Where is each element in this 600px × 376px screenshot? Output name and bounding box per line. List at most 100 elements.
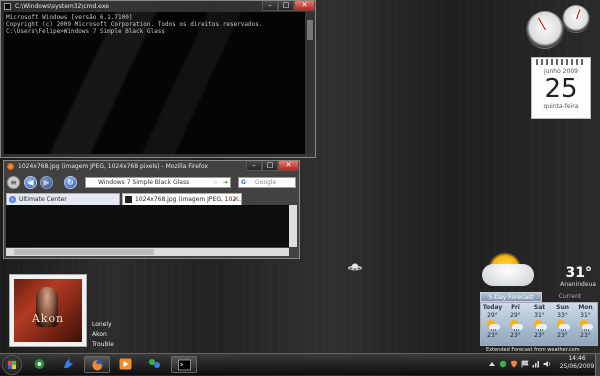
cmd-window[interactable]: C:\Windows\system32\cmd.exe – □ ✕ Micros… [0, 0, 316, 158]
day-name: Mon [578, 304, 593, 311]
track-title: Lonely [92, 321, 112, 328]
firefox-window[interactable]: 1024x768.jpg (imagem JPEG, 1024x768 pixe… [3, 160, 300, 259]
start-button[interactable] [2, 355, 22, 375]
cmd-scrollbar[interactable] [306, 12, 314, 154]
memory-dial [562, 5, 590, 33]
cover-art: Akon [14, 279, 82, 342]
taskbar-firefox[interactable] [84, 356, 110, 373]
taskbar-messenger[interactable] [56, 356, 82, 373]
tab-label: Ultimate Center [19, 196, 67, 203]
show-hidden-icons-icon[interactable] [488, 360, 496, 368]
track-artist: Akon [92, 331, 107, 338]
low-temp: 23° [534, 332, 545, 339]
flag-icon[interactable] [521, 360, 529, 368]
tab-favicon [9, 196, 16, 203]
close-button[interactable]: ✕ [294, 1, 315, 11]
rain-cloud-icon [556, 320, 570, 331]
image-icon [125, 196, 132, 203]
forecast-day: Today 29° 23° [481, 303, 504, 339]
rain-cloud-icon [486, 320, 500, 331]
reload-button[interactable]: ↻ [64, 176, 77, 189]
windows-logo-icon [8, 361, 16, 369]
media-center-icon [34, 359, 45, 369]
forward-button[interactable]: ▶ [40, 176, 53, 189]
volume-icon[interactable] [543, 360, 551, 368]
menu-icon[interactable]: ≡ [7, 176, 20, 189]
firefox-icon [7, 163, 14, 170]
go-arrow-icon[interactable]: ➔ [223, 178, 228, 187]
calendar-rings [536, 59, 586, 65]
forecast-day: Mon 31° 23° [574, 303, 597, 339]
scrollbar-thumb[interactable] [307, 20, 313, 40]
scrollbar-thumb[interactable] [14, 249, 154, 255]
tab-ultimate-center[interactable]: Ultimate Center [6, 193, 120, 205]
taskbar: 14:46 25/06/2009 [0, 353, 600, 376]
system-tray [486, 356, 556, 373]
low-temp: 23° [580, 332, 591, 339]
minimize-button[interactable]: – [262, 1, 278, 11]
weather-tabs: 5-Day Forecast Current Conditions [480, 292, 598, 310]
vertical-scrollbar[interactable] [289, 205, 297, 247]
cmd-title: C:\Windows\system32\cmd.exe [15, 3, 109, 10]
tab-image[interactable]: 1024x768.jpg (imagem JPEG, 102... ✕ [122, 193, 242, 205]
album-cover[interactable]: Akon [9, 274, 87, 347]
forecast-day: Fri 29° 23° [504, 303, 527, 339]
taskbar-network[interactable] [142, 356, 168, 373]
network-status-icon[interactable] [532, 360, 540, 368]
tab-5-day-forecast[interactable]: 5-Day Forecast [480, 292, 542, 302]
maximize-button[interactable]: □ [278, 1, 294, 11]
cmd-console[interactable]: Microsoft Windows [versão 6.1.7100] Copy… [4, 12, 305, 154]
calendar-gadget[interactable]: junho 2009 25 quinta-feira [531, 57, 591, 119]
minimize-button[interactable]: – [246, 161, 262, 171]
needle [576, 9, 581, 20]
cpu-meter-gadget[interactable] [526, 5, 594, 49]
forecast-day: Sat 31° 23° [528, 303, 551, 339]
messenger-status-icon[interactable] [499, 360, 507, 368]
page-content[interactable] [6, 205, 297, 247]
cover-logo: Akon [31, 312, 65, 325]
day-name: Fri [511, 304, 520, 311]
clock-time: 14:46 [568, 355, 586, 362]
tab-current-conditions[interactable]: Current Conditions [542, 292, 598, 310]
address-bar[interactable]: Windows 7 Simple Black Glass ☆ ➔ [85, 177, 231, 188]
weather-gadget[interactable]: 31° Ananindeua 5-Day Forecast Current Co… [480, 252, 598, 356]
taskbar-cmd[interactable] [171, 356, 197, 373]
taskbar-media-player[interactable] [113, 356, 139, 373]
now-playing: Lonely Akon Trouble [92, 320, 114, 350]
search-box[interactable]: G Google [238, 177, 296, 188]
shield-icon[interactable] [510, 360, 518, 368]
cmd-window-icon [4, 3, 11, 10]
tab-strip: Ultimate Center 1024x768.jpg (imagem JPE… [6, 193, 297, 205]
cpu-dial [526, 11, 564, 49]
console-line: C:\Users\Felipe>Windows 7 Simple Black G… [6, 28, 165, 35]
high-temp: 29° [510, 312, 521, 319]
horizontal-scrollbar[interactable] [6, 248, 289, 256]
url-text: Windows 7 Simple Black Glass [98, 179, 190, 186]
high-temp: 33° [557, 312, 568, 319]
media-player-icon [119, 358, 132, 370]
rain-cloud-icon [579, 320, 593, 331]
google-icon: G [241, 179, 246, 186]
close-button[interactable]: ✕ [278, 161, 299, 171]
network-icon [149, 359, 160, 368]
high-temp: 31° [580, 312, 591, 319]
day-name: Sat [533, 304, 546, 311]
high-temp: 29° [487, 312, 498, 319]
back-button[interactable]: ◀ [24, 176, 37, 189]
console-line: Copyright (c) 2009 Microsoft Corporation… [6, 21, 263, 28]
maximize-button[interactable]: □ [262, 161, 278, 171]
forecast-grid: Today 29° 23° Fri 29° 23° Sat 31° 23° Su… [480, 302, 598, 346]
bookmark-star-icon[interactable]: ☆ [213, 178, 218, 187]
console-line: Microsoft Windows [versão 6.1.7100] [6, 14, 133, 21]
tab-label: 1024x768.jpg (imagem JPEG, 102... [135, 196, 242, 203]
cloud-icon [482, 264, 534, 286]
day-name: Sun [556, 304, 569, 311]
messenger-icon [64, 359, 73, 369]
taskbar-media-center[interactable] [27, 356, 53, 373]
taskbar-clock[interactable]: 14:46 25/06/2009 [558, 355, 596, 371]
show-desktop-button[interactable] [595, 354, 600, 376]
current-temperature: 31° [565, 265, 592, 281]
calendar-weekday: quinta-feira [543, 103, 579, 110]
clock-date: 25/06/2009 [559, 363, 595, 370]
close-tab-icon[interactable]: ✕ [233, 194, 239, 205]
